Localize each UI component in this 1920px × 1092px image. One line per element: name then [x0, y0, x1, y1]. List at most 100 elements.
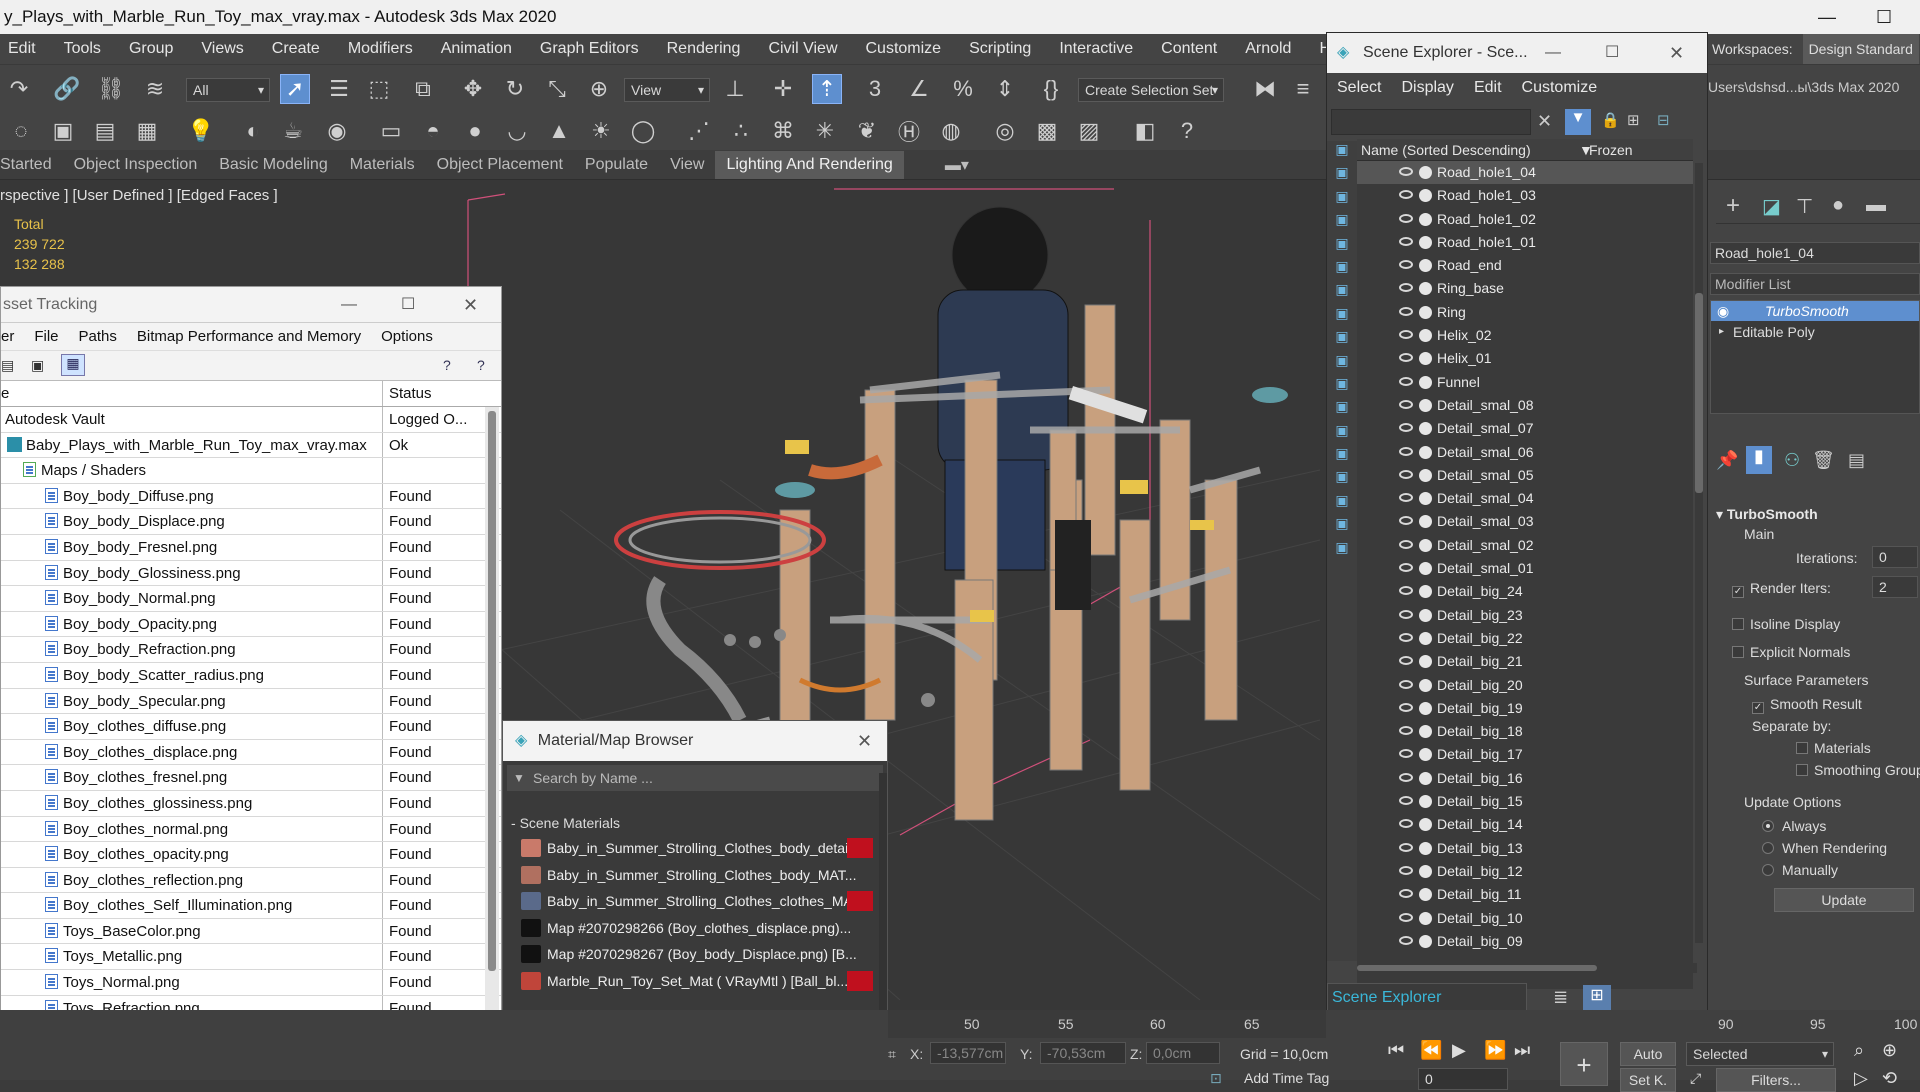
minimize-button[interactable]: —	[1818, 0, 1836, 34]
layers-icon[interactable]: ≣	[1553, 987, 1568, 1008]
object-name-field[interactable]: Road_hole1_04	[1710, 242, 1920, 264]
render-toggle-icon[interactable]	[1419, 701, 1432, 715]
render-toggle-icon[interactable]	[1419, 492, 1432, 506]
scene-object-row[interactable]: Detail_big_12	[1357, 860, 1693, 883]
render-toggle-icon[interactable]	[1419, 888, 1432, 902]
sphere-icon[interactable]: ●	[460, 116, 490, 146]
scene-object-row[interactable]: Ring	[1357, 301, 1693, 324]
reference-coordinate-dropdown[interactable]: View	[624, 78, 710, 102]
scene-explorer-dropdown[interactable]: Scene Explorer	[1327, 983, 1527, 1013]
visibility-eye-icon[interactable]	[1399, 539, 1413, 549]
stack-editable-poly[interactable]: ▸ Editable Poly	[1711, 321, 1919, 343]
y-coordinate-field[interactable]: -70,53cm	[1040, 1042, 1126, 1064]
scale-icon[interactable]: ⤡	[542, 74, 572, 104]
maximize-button[interactable]: ☐	[1876, 0, 1892, 34]
render-toggle-icon[interactable]	[1419, 305, 1432, 319]
geometry-filter-icon[interactable]: ▣	[1331, 141, 1353, 164]
grid-icon[interactable]: ⋰	[684, 116, 714, 146]
unlink-icon[interactable]: ⛓	[96, 74, 126, 104]
material-item[interactable]: Map #2070298266 (Boy_clothes_displace.pn…	[519, 915, 873, 942]
material-item[interactable]: Baby_in_Summer_Strolling_Clothes_body_de…	[519, 835, 873, 862]
named-selection-dropdown[interactable]: Create Selection Set	[1078, 78, 1224, 102]
scene-object-row[interactable]: Detail_big_21	[1357, 650, 1693, 673]
lock-icon[interactable]: 🔒	[1601, 111, 1620, 129]
menu-file[interactable]: File	[24, 328, 68, 345]
render-toggle-icon[interactable]	[1419, 771, 1432, 785]
maximize-icon[interactable]: ☐	[401, 287, 415, 323]
material-ball-icon[interactable]: ◍	[936, 116, 966, 146]
scene-object-row[interactable]: Detail_big_10	[1357, 907, 1693, 930]
table-row[interactable]: Boy_body_Refraction.png Found	[1, 637, 501, 663]
tab-getting-started[interactable]: Started	[0, 156, 63, 174]
display-all-filter-icon[interactable]: ▣	[1331, 422, 1353, 445]
plane-icon[interactable]: ▭	[376, 116, 406, 146]
stack-turbosmooth[interactable]: ◉ TurboSmooth	[1711, 301, 1919, 321]
scene-object-row[interactable]: Helix_02	[1357, 324, 1693, 347]
pin-stack-icon[interactable]: 📌	[1716, 450, 1738, 471]
scene-object-row[interactable]: Detail_big_17	[1357, 743, 1693, 766]
fur-icon[interactable]: ✳	[810, 116, 840, 146]
close-icon[interactable]: ✕	[463, 287, 478, 323]
search-options-icon[interactable]: ▼	[513, 765, 525, 791]
time-tag-icon[interactable]: ⊡	[1210, 1070, 1222, 1087]
align-icon[interactable]: ≡	[1288, 74, 1318, 104]
menu-paths[interactable]: Paths	[69, 328, 127, 345]
materials-checkbox[interactable]: Materials	[1796, 740, 1871, 756]
menu-views[interactable]: Views	[187, 40, 257, 58]
dome-icon[interactable]: ◓	[418, 116, 448, 146]
scene-object-row[interactable]: Road_hole1_02	[1357, 208, 1693, 231]
rectangular-selection-icon[interactable]: ⬚	[364, 74, 394, 104]
visibility-eye-icon[interactable]	[1399, 469, 1413, 479]
render-toggle-icon[interactable]	[1419, 864, 1432, 878]
modifier-list-dropdown[interactable]: Modifier List	[1710, 273, 1920, 295]
modify-tab-icon[interactable]: ◪	[1762, 194, 1781, 219]
display-none-filter-icon[interactable]: ▣	[1331, 445, 1353, 468]
visibility-eye-icon[interactable]	[1399, 679, 1413, 689]
scene-object-row[interactable]: Detail_smal_05	[1357, 464, 1693, 487]
render-toggle-icon[interactable]	[1419, 352, 1432, 366]
filter-icon[interactable]: ▼	[1565, 109, 1591, 135]
lights-filter-icon[interactable]: ▣	[1331, 188, 1353, 211]
tab-view[interactable]: View	[659, 156, 715, 174]
table-row[interactable]: Boy_body_Diffuse.png Found	[1, 483, 501, 510]
visibility-eye-icon[interactable]	[1399, 819, 1413, 829]
menu-edit[interactable]: Edit	[0, 40, 50, 58]
scene-scrollbar[interactable]	[1695, 163, 1703, 943]
cameras-filter-icon[interactable]: ▣	[1331, 211, 1353, 234]
selection-set-filter-icon[interactable]: ▣	[1331, 539, 1353, 562]
render-toggle-icon[interactable]	[1419, 468, 1432, 482]
key-mode-icon[interactable]: +	[1560, 1042, 1608, 1086]
visibility-eye-icon[interactable]	[1399, 586, 1413, 596]
menu-arnold[interactable]: Arnold	[1231, 40, 1305, 58]
close-icon[interactable]: ✕	[857, 721, 872, 761]
light-bulb-icon[interactable]: 💡	[186, 116, 216, 146]
table-row[interactable]: Boy_clothes_normal.png Found	[1, 816, 501, 843]
table-row[interactable]: Maps / Shaders	[1, 458, 501, 484]
material-item[interactable]: Map #2070298267 (Boy_body_Displace.png) …	[519, 941, 873, 968]
visibility-eye-icon[interactable]	[1399, 399, 1413, 409]
list-view-icon[interactable]: ▤	[1, 357, 14, 374]
render-toggle-icon[interactable]	[1419, 166, 1432, 179]
scene-object-row[interactable]: Detail_smal_06	[1357, 441, 1693, 464]
render-toggle-icon[interactable]	[1419, 748, 1432, 762]
helpers-filter-icon[interactable]: ▣	[1331, 235, 1353, 258]
column-name[interactable]: e	[1, 381, 383, 406]
menu-group[interactable]: Group	[115, 40, 187, 58]
pan-icon[interactable]: ▷	[1854, 1068, 1868, 1089]
rotate-icon[interactable]: ↻	[500, 74, 530, 104]
visibility-eye-icon[interactable]	[1399, 609, 1413, 619]
scene-object-row[interactable]: Detail_smal_04	[1357, 487, 1693, 510]
mirror-icon[interactable]: ⧓	[1250, 74, 1280, 104]
visibility-eye-icon[interactable]	[1399, 260, 1413, 270]
key-selection-dropdown[interactable]: Selected	[1686, 1042, 1834, 1066]
containers-filter-icon[interactable]: ▣	[1331, 352, 1353, 375]
select-object-icon[interactable]: ➚	[280, 74, 310, 104]
select-by-name-icon[interactable]: ☰	[324, 74, 354, 104]
render-toggle-icon[interactable]	[1419, 515, 1432, 529]
scene-object-row[interactable]: Detail_big_09	[1357, 930, 1693, 953]
update-button[interactable]: Update	[1774, 888, 1914, 912]
visibility-eye-icon[interactable]	[1399, 935, 1413, 945]
space-warps-filter-icon[interactable]: ▣	[1331, 258, 1353, 281]
render-toggle-icon[interactable]	[1419, 631, 1432, 645]
table-row[interactable]: Boy_body_Glossiness.png Found	[1, 560, 501, 587]
